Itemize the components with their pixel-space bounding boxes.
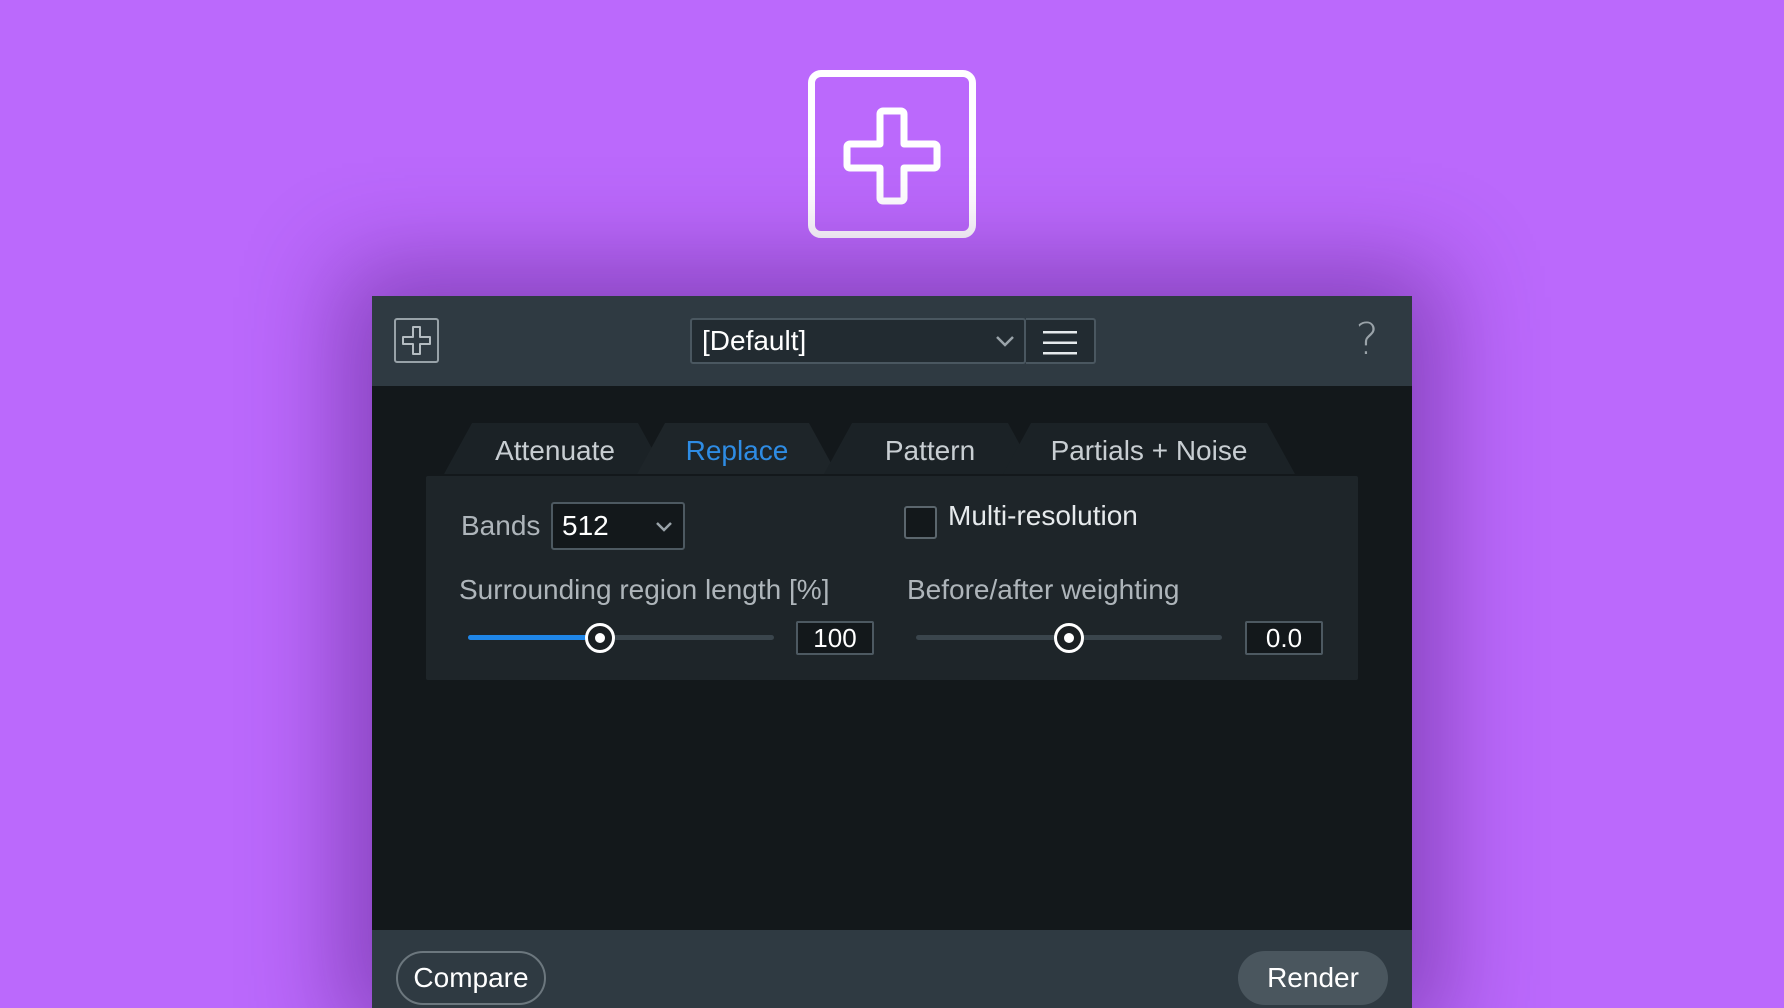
plus-square-icon xyxy=(402,326,431,355)
before-after-weighting-value[interactable]: 0.0 xyxy=(1245,621,1323,655)
footer-bar: Compare Render xyxy=(372,930,1412,1008)
render-button[interactable]: Render xyxy=(1238,951,1388,1005)
surrounding-region-value[interactable]: 100 xyxy=(796,621,874,655)
surrounding-region-slider[interactable] xyxy=(468,618,774,658)
bands-dropdown[interactable]: 512 xyxy=(551,502,685,550)
preset-menu-button[interactable] xyxy=(1026,318,1096,364)
replace-settings: Bands 512 Multi-resolution Surrounding r… xyxy=(426,476,1358,680)
bands-value: 512 xyxy=(562,510,609,541)
preset-dropdown[interactable]: [Default] xyxy=(690,318,1026,364)
tab-partials-noise[interactable]: Partials + Noise xyxy=(1003,423,1295,474)
help-icon[interactable]: ? xyxy=(1350,316,1384,364)
slider-thumb[interactable] xyxy=(584,623,615,653)
plus-icon xyxy=(843,107,941,205)
bands-label: Bands xyxy=(461,510,541,541)
tab-replace[interactable]: Replace xyxy=(637,423,837,474)
multi-resolution-checkbox[interactable] xyxy=(904,506,937,539)
multi-resolution-label: Multi-resolution xyxy=(948,500,1138,531)
chevron-down-icon xyxy=(996,336,1014,347)
tab-attenuate[interactable]: Attenuate xyxy=(444,423,666,474)
header-bar: [Default] ? xyxy=(372,296,1412,386)
surrounding-region-label: Surrounding region length [%] xyxy=(459,574,830,605)
tab-pattern[interactable]: Pattern xyxy=(824,423,1036,474)
compare-button[interactable]: Compare xyxy=(396,951,546,1005)
chevron-down-icon xyxy=(656,522,672,532)
plus-square-icon xyxy=(808,70,976,238)
plugin-panel: [Default] ? Attenuate Replace Pattern Pa… xyxy=(372,296,1412,1008)
preset-value: [Default] xyxy=(702,325,807,356)
before-after-weighting-label: Before/after weighting xyxy=(907,574,1180,605)
logo-button[interactable] xyxy=(394,318,439,363)
before-after-weighting-slider[interactable] xyxy=(916,618,1222,658)
slider-fill xyxy=(468,635,600,640)
slider-thumb[interactable] xyxy=(1054,623,1084,653)
hamburger-menu-icon xyxy=(1043,331,1077,355)
